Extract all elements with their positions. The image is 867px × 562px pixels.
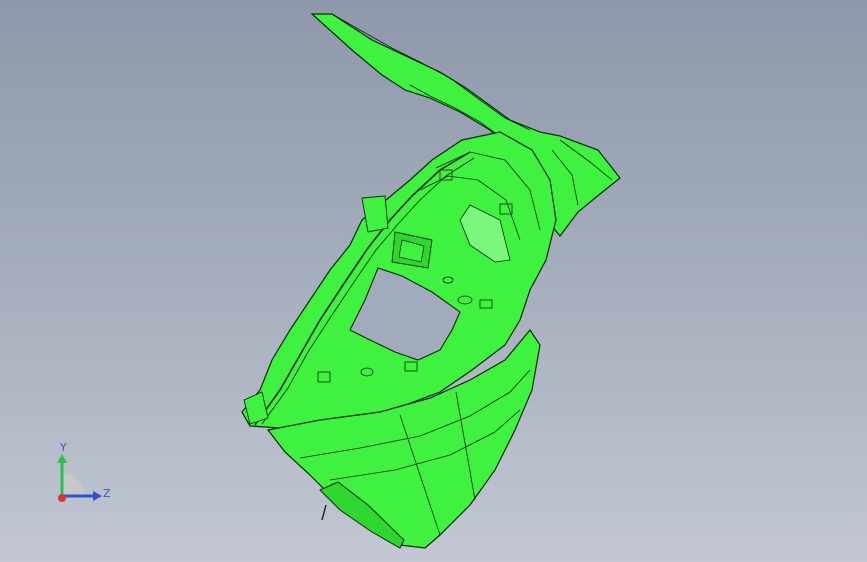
green-3d-part-model[interactable] <box>0 0 867 562</box>
triad-z-label: Z <box>103 487 111 500</box>
cad-viewport[interactable]: Y Z <box>0 0 867 562</box>
triad-y-label: Y <box>60 441 67 454</box>
